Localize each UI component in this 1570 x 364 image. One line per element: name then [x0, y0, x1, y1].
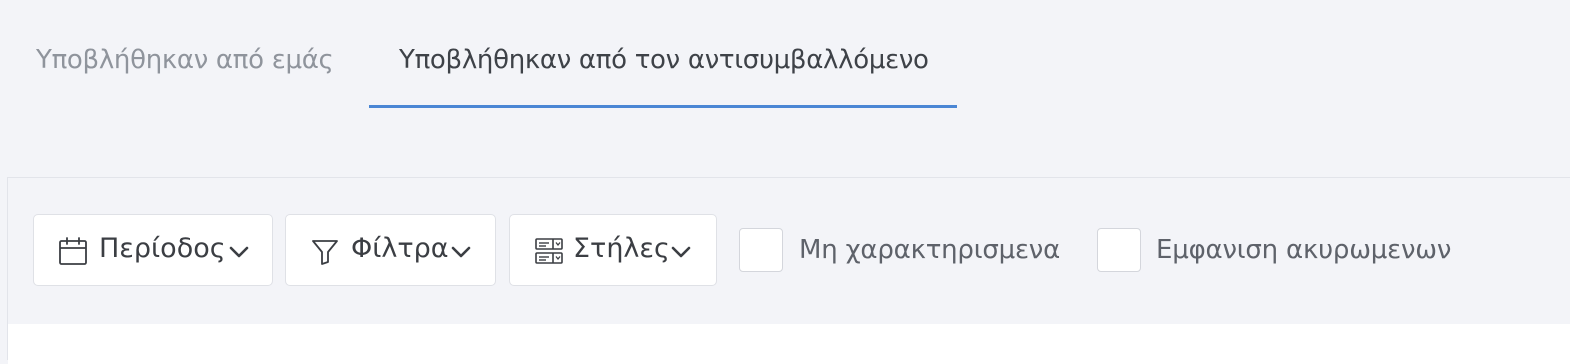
columns-button-label: Στήλες [573, 233, 670, 264]
results-area [8, 324, 1570, 364]
columns-button[interactable]: Στήλες [509, 214, 717, 286]
columns-icon [535, 238, 563, 264]
calendar-icon [59, 237, 87, 265]
chevron-down-icon [229, 246, 249, 258]
period-button[interactable]: Περίοδος [33, 214, 273, 286]
tab-submitted-by-us[interactable]: Υποβλήθηκαν από εμάς [36, 40, 334, 108]
tab-submitted-by-us-label: Υποβλήθηκαν από εμάς [36, 45, 334, 75]
tab-bar: Υποβλήθηκαν από εμάς Υποβλήθηκαν από τον… [0, 0, 1570, 110]
funnel-icon [312, 240, 338, 265]
period-button-label: Περίοδος [99, 233, 226, 264]
tab-submitted-by-counterparty-label: Υποβλήθηκαν από τον αντισυμβαλλόμενο [399, 45, 929, 75]
show-cancelled-label: Εμφανιση ακυρωμενων [1156, 235, 1452, 265]
show-cancelled-checkbox[interactable] [1097, 228, 1141, 272]
filters-button-label: Φίλτρα [351, 233, 449, 264]
filters-button[interactable]: Φίλτρα [285, 214, 496, 286]
chevron-down-icon [451, 246, 471, 258]
chevron-down-icon [671, 246, 691, 258]
uncharacterized-label: Μη χαρακτηρισμενα [799, 235, 1061, 265]
tab-submitted-by-counterparty[interactable]: Υποβλήθηκαν από τον αντισυμβαλλόμενο [369, 40, 957, 108]
uncharacterized-checkbox[interactable] [739, 228, 783, 272]
filter-panel: Περίοδος Φίλτρα Στήλες Μη χαρακτηρισμενα… [7, 177, 1570, 364]
